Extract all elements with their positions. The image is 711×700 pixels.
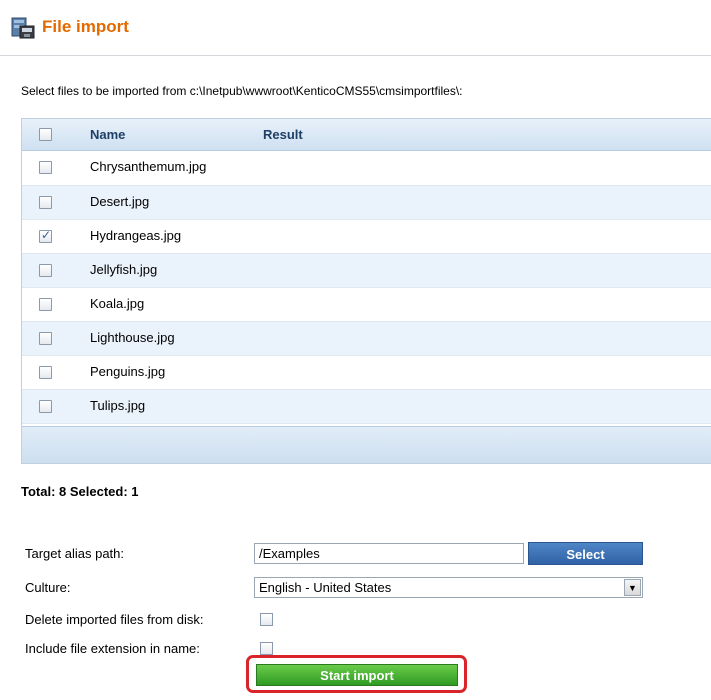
alias-path-label: Target alias path: xyxy=(25,546,125,561)
table-row[interactable]: Hydrangeas.jpg xyxy=(22,220,711,254)
culture-label: Culture: xyxy=(25,580,71,595)
column-result[interactable]: Result xyxy=(263,127,303,142)
row-checkbox[interactable] xyxy=(39,400,52,413)
table-row[interactable]: Koala.jpg xyxy=(22,288,711,322)
grid-footer xyxy=(22,426,711,463)
import-source-text: Select files to be imported from c:\Inet… xyxy=(21,84,463,98)
culture-select[interactable]: English - United States ▼ xyxy=(254,577,643,598)
file-name: Koala.jpg xyxy=(90,296,145,311)
file-name: Lighthouse.jpg xyxy=(90,330,175,345)
row-checkbox[interactable] xyxy=(39,298,52,311)
include-extension-checkbox[interactable] xyxy=(260,642,273,655)
file-name: Desert.jpg xyxy=(90,194,150,209)
file-name: Chrysanthemum.jpg xyxy=(90,159,207,174)
chevron-down-icon[interactable]: ▼ xyxy=(624,579,641,596)
delete-files-checkbox[interactable] xyxy=(260,613,273,626)
row-checkbox[interactable] xyxy=(39,196,52,209)
table-row[interactable]: Desert.jpg xyxy=(22,186,711,220)
include-extension-label: Include file extension in name: xyxy=(25,641,200,656)
culture-value: English - United States xyxy=(259,580,392,595)
page-header: File import xyxy=(0,0,711,56)
file-name: Hydrangeas.jpg xyxy=(90,228,182,243)
total-selected-summary: Total: 8 Selected: 1 xyxy=(21,484,139,499)
row-checkbox[interactable] xyxy=(39,161,52,174)
alias-path-input[interactable]: /Examples xyxy=(254,543,524,564)
table-row[interactable]: Penguins.jpg xyxy=(22,356,711,390)
row-checkbox[interactable] xyxy=(39,264,52,277)
database-import-icon xyxy=(11,17,35,39)
column-name[interactable]: Name xyxy=(90,127,125,142)
select-all-checkbox[interactable] xyxy=(39,128,52,141)
page-title: File import xyxy=(42,17,129,36)
delete-files-label: Delete imported files from disk: xyxy=(25,612,204,627)
start-import-button[interactable]: Start import xyxy=(256,664,458,686)
row-checkbox[interactable] xyxy=(39,228,52,243)
select-button[interactable]: Select xyxy=(528,542,643,565)
file-name: Penguins.jpg xyxy=(90,364,166,379)
file-name: Jellyfish.jpg xyxy=(90,262,158,277)
table-row[interactable]: Tulips.jpg xyxy=(22,390,711,424)
row-checkbox[interactable] xyxy=(39,366,52,379)
file-name: Tulips.jpg xyxy=(90,398,146,413)
table-row[interactable]: Lighthouse.jpg xyxy=(22,322,711,356)
file-grid: Name Result Chrysanthemum.jpg Desert.jpg H… xyxy=(21,118,711,464)
grid-header: Name Result xyxy=(22,119,711,151)
table-row[interactable]: Jellyfish.jpg xyxy=(22,254,711,288)
table-row[interactable]: Chrysanthemum.jpg xyxy=(22,151,711,186)
row-checkbox[interactable] xyxy=(39,332,52,345)
